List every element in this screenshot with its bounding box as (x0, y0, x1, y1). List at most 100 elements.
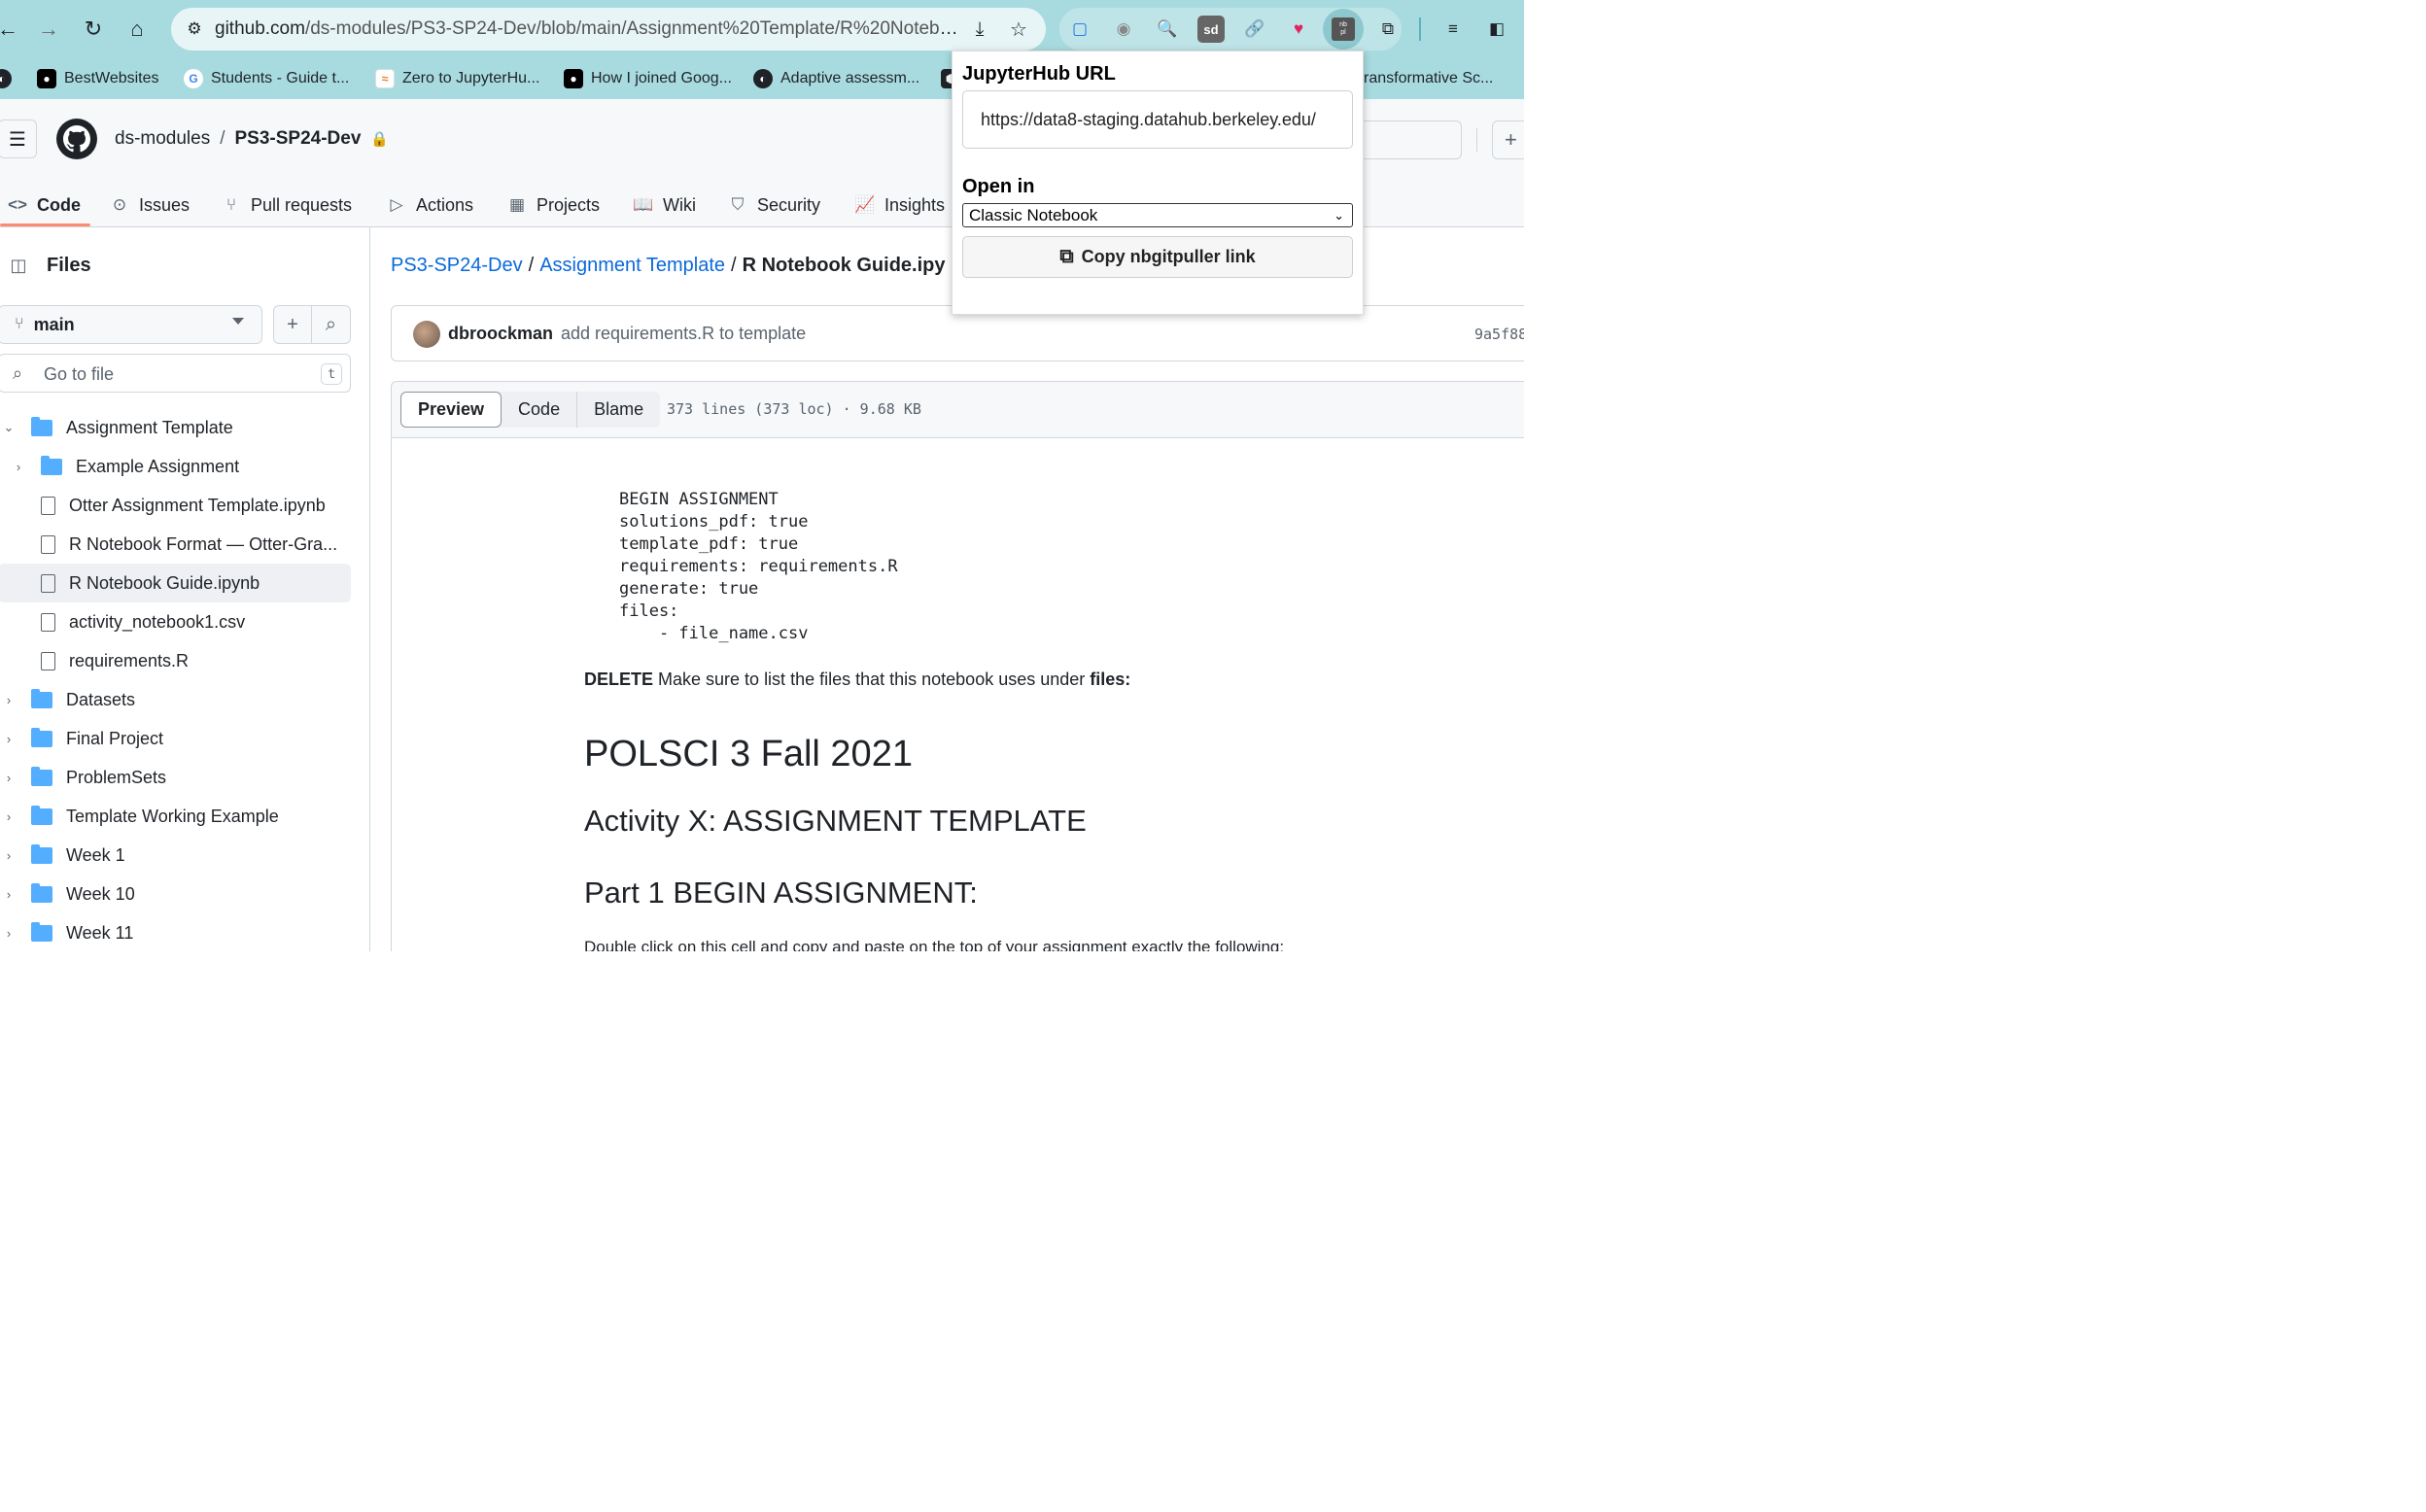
chevron-down-icon: ⌄ (1334, 208, 1344, 223)
commit-author-link[interactable]: dbroockman (448, 324, 553, 344)
globe-icon: ◐ (0, 69, 12, 88)
breadcrumb-folder-link[interactable]: Assignment Template (539, 255, 725, 277)
tree-item-folder[interactable]: › Week 11 (0, 913, 351, 951)
go-to-file-input[interactable]: ⌕ Go to file t (0, 354, 351, 393)
blame-button[interactable]: Blame (577, 392, 660, 428)
add-file-plus-icon[interactable]: + (274, 306, 313, 343)
code-cell: BEGIN ASSIGNMENT solutions_pdf: true tem… (619, 490, 898, 643)
folder-icon (31, 843, 52, 864)
home-icon[interactable]: ⌂ (121, 14, 153, 45)
chevron-down-icon (232, 318, 244, 325)
chevron-down-icon: ⌄ (3, 420, 15, 434)
code-button[interactable]: Code (502, 392, 578, 428)
tab-security[interactable]: ⛉ Security (728, 183, 820, 227)
bookmark-item[interactable]: G Students - Guide t... (184, 66, 349, 91)
view-mode-toggle: Preview Code Blame (400, 392, 661, 428)
side-panel-icon[interactable]: ◧ (1483, 16, 1510, 43)
file-viewer: Preview Code Blame 373 lines (373 loc) ·… (391, 381, 1524, 951)
jupyterhub-url-input[interactable]: https://data8-staging.datahub.berkeley.e… (962, 90, 1353, 149)
url-text[interactable]: github.com/ds-modules/PS3-SP24-Dev/blob/… (215, 18, 963, 40)
forward-arrow-icon[interactable]: → (33, 14, 64, 45)
address-bar[interactable]: ⚙ github.com/ds-modules/PS3-SP24-Dev/blo… (171, 8, 1046, 51)
nbgitpuller-popup: JupyterHub URL https://data8-staging.dat… (952, 51, 1364, 315)
tree-item-file[interactable]: Otter Assignment Template.ipynb (0, 486, 351, 525)
create-new-plus-icon[interactable]: + (1492, 120, 1524, 159)
folder-icon (31, 766, 52, 786)
collapse-sidebar-icon[interactable]: ◫ (4, 251, 33, 280)
tab-projects[interactable]: ▦ Projects (507, 183, 600, 227)
tree-item-folder[interactable]: › Datasets (0, 680, 351, 719)
breadcrumb-separator: / (220, 128, 225, 149)
search-icon[interactable]: ⌕ (312, 306, 350, 343)
chevron-right-icon: › (16, 459, 21, 474)
tree-item-file-selected[interactable]: R Notebook Guide.ipynb (0, 564, 351, 602)
repo-owner-link[interactable]: ds-modules (115, 128, 210, 150)
install-app-icon[interactable]: ⤓ (968, 17, 991, 41)
sidebar-actions: + ⌕ (273, 305, 351, 344)
go-to-file-placeholder: Go to file (44, 364, 115, 384)
open-in-selected-value: Classic Notebook (969, 205, 1098, 224)
avatar[interactable] (413, 321, 440, 348)
tree-item-folder[interactable]: ⌄ Assignment Template (0, 408, 351, 447)
tab-insights[interactable]: 📈 Insights (854, 183, 945, 227)
shield-icon: ⛉ (731, 195, 745, 214)
bookmark-star-icon[interactable]: ☆ (1007, 17, 1030, 41)
breadcrumb-separator: / (731, 255, 737, 276)
search-icon: ⌕ (13, 363, 23, 383)
breadcrumb-repo-link[interactable]: PS3-SP24-Dev (391, 255, 523, 277)
tree-item-folder[interactable]: › Week 10 (0, 875, 351, 913)
extension-sd-icon[interactable]: sd (1197, 16, 1225, 43)
extension-search-icon[interactable]: 🔍 (1154, 16, 1181, 43)
tree-item-folder[interactable]: › ProblemSets (0, 758, 351, 797)
extension-nbgitpuller-icon[interactable]: nb pl (1323, 9, 1364, 50)
tree-item-file[interactable]: requirements.R (0, 641, 351, 680)
open-in-select[interactable]: Classic Notebook ⌄ (962, 203, 1353, 227)
extensions-puzzle-icon[interactable]: ⧉ (1374, 16, 1402, 43)
branch-label: main (33, 314, 75, 334)
preview-button[interactable]: Preview (400, 392, 503, 428)
reading-list-icon[interactable]: ≡ (1439, 16, 1467, 43)
sidebar-title: Files (47, 255, 91, 276)
branch-selector[interactable]: ⑂ main (0, 305, 262, 344)
back-arrow-icon[interactable]: ← (0, 14, 23, 45)
tree-item-folder[interactable]: › Template Working Example (0, 797, 351, 836)
bookmark-globe[interactable]: ◐ (0, 66, 12, 91)
commit-hash-link[interactable]: 9a5f88 (1474, 326, 1524, 343)
bookmark-item[interactable]: ● BestWebsites (37, 66, 159, 91)
bookmark-item[interactable]: ● How I joined Goog... (564, 66, 732, 91)
reload-icon[interactable]: ↻ (78, 14, 109, 45)
github-logo-icon[interactable] (56, 119, 97, 159)
bookmark-item[interactable]: ransformative Sc... (1364, 66, 1493, 91)
tree-item-folder[interactable]: › Week 1 (0, 836, 351, 875)
medium-icon: ● (564, 69, 583, 88)
file-icon (41, 534, 55, 554)
notebook-preview: BEGIN ASSIGNMENT solutions_pdf: true tem… (584, 489, 1517, 951)
extension-link-icon[interactable]: 🔗 (1241, 16, 1268, 43)
bookmark-item[interactable]: ≈ Zero to JupyterHu... (375, 66, 539, 91)
hamburger-menu-icon[interactable]: ☰ (0, 120, 37, 158)
tree-item-file[interactable]: activity_notebook1.csv (0, 602, 351, 641)
tree-item-label: Final Project (66, 728, 164, 748)
tab-code[interactable]: <> Code (8, 183, 81, 227)
extension-page-icon[interactable]: ▢ (1066, 16, 1093, 43)
open-in-label: Open in (962, 176, 1035, 197)
copy-link-button[interactable]: ⧉ Copy nbgitpuller link (962, 236, 1353, 278)
tab-actions[interactable]: ▷ Actions (387, 183, 473, 227)
tab-issues[interactable]: ⊙ Issues (110, 183, 190, 227)
bookmark-item[interactable]: ◐ Adaptive assessm... (753, 66, 919, 91)
repo-name-link[interactable]: PS3-SP24-Dev (235, 128, 362, 150)
folder-icon (31, 921, 52, 942)
tree-item-folder[interactable]: › Final Project (0, 719, 351, 758)
bookmark-label: How I joined Goog... (591, 70, 732, 86)
bookmark-label: Students - Guide t... (211, 70, 350, 86)
extension-pocket-icon[interactable]: ♥ (1285, 16, 1312, 43)
commit-message-link[interactable]: add requirements.R to template (561, 324, 806, 344)
tree-item-folder[interactable]: › Example Assignment (0, 447, 351, 486)
site-settings-icon[interactable]: ⚙ (183, 17, 206, 41)
tab-pull-requests[interactable]: ⑂ Pull requests (222, 183, 352, 227)
tab-wiki[interactable]: 📖 Wiki (633, 183, 696, 227)
tree-item-file[interactable]: R Notebook Format — Otter-Gra... (0, 525, 351, 564)
extension-grammarly-icon[interactable]: ◉ (1110, 16, 1137, 43)
pull-request-icon: ⑂ (225, 195, 237, 214)
tree-item-label: R Notebook Format — Otter-Gra... (69, 533, 338, 554)
